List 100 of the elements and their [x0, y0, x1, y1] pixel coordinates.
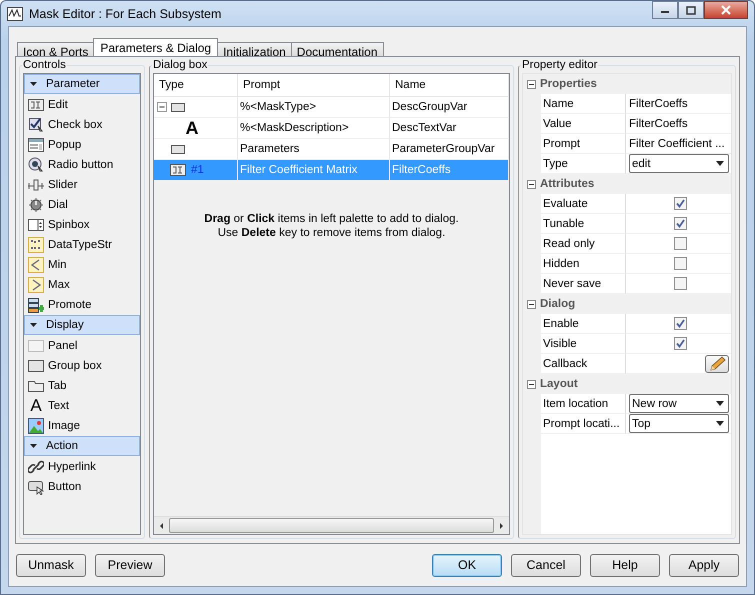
dialog-button[interactable]: Unmask — [16, 554, 86, 576]
checkbox[interactable] — [674, 217, 686, 230]
horizontal-scrollbar[interactable] — [154, 516, 509, 534]
palette-item[interactable]: Max — [48, 279, 70, 291]
dialog-button[interactable]: Cancel — [511, 554, 581, 576]
image-icon — [28, 418, 44, 434]
dial-icon — [28, 197, 44, 213]
property-value[interactable]: FilterCoeffs — [629, 118, 688, 130]
column-header[interactable]: Type — [154, 74, 238, 96]
property-value[interactable]: Filter Coefficient ... — [629, 138, 725, 150]
close-icon — [720, 5, 732, 15]
palette-item[interactable]: Image — [48, 420, 80, 432]
table-cell: Filter Coefficient Matrix — [238, 160, 390, 180]
table-cell: Parameters — [238, 139, 390, 159]
checkbox[interactable] — [674, 237, 686, 250]
palette-item[interactable]: Dial — [48, 199, 68, 211]
property-label: Name — [543, 98, 574, 110]
checkbox[interactable] — [674, 197, 686, 210]
palette-item[interactable]: DataTypeStr — [48, 239, 112, 251]
checkbox-icon — [28, 117, 44, 133]
dropdown[interactable]: Top — [629, 414, 729, 433]
property-label: Tunable — [543, 218, 584, 230]
dialog-button[interactable]: Help — [590, 554, 660, 576]
palette-item[interactable]: Hyperlink — [48, 461, 96, 473]
palette-item[interactable]: Promote — [48, 299, 92, 311]
palette-item[interactable]: Spinbox — [48, 219, 90, 231]
property-label: Prompt — [543, 138, 580, 150]
promote-icon — [28, 297, 44, 313]
panel-title: Controls — [22, 59, 67, 71]
palette-item[interactable]: Slider — [48, 179, 78, 191]
property-label: Value — [543, 118, 572, 130]
collapse-icon[interactable] — [527, 380, 536, 388]
property-value[interactable]: FilterCoeffs — [629, 98, 688, 110]
palette-item[interactable]: Radio button — [48, 159, 114, 171]
palette-item[interactable]: Check box — [48, 119, 102, 131]
category-header[interactable]: Display — [24, 315, 140, 335]
section-header: Dialog — [540, 298, 576, 310]
collapse-icon[interactable] — [527, 300, 536, 308]
column-header[interactable]: Name — [390, 74, 509, 96]
scroll-thumb[interactable] — [169, 518, 494, 533]
tree-row[interactable]: %<MaskType> DescGroupVar — [154, 97, 509, 118]
expander-icon[interactable] — [29, 80, 38, 88]
property-label: Evaluate — [543, 198, 588, 210]
collapse-icon[interactable] — [527, 80, 536, 88]
edit-field-icon — [28, 97, 44, 113]
dialog-button[interactable]: Preview — [95, 554, 165, 576]
palette-item[interactable]: Edit — [48, 99, 68, 111]
window-title: Mask Editor : For Each Subsystem — [29, 6, 222, 20]
dialog-button[interactable]: OK — [432, 554, 502, 576]
palette-item[interactable]: Group box — [48, 360, 102, 372]
checkbox[interactable] — [674, 277, 686, 290]
greater-than-icon — [28, 277, 44, 293]
close-button[interactable] — [704, 1, 748, 19]
checkbox[interactable] — [674, 317, 686, 330]
palette-item[interactable]: Panel — [48, 340, 78, 352]
palette-item[interactable]: Button — [48, 481, 82, 493]
palette-item[interactable]: Popup — [48, 139, 82, 151]
palette-item[interactable]: Min — [48, 259, 67, 271]
tab[interactable]: Icon & Ports — [17, 42, 94, 56]
minimize-button[interactable] — [652, 1, 678, 19]
hint-text: Drag or Click items in left palette to add to dialog. — [204, 213, 459, 225]
popup-list-icon — [28, 137, 44, 153]
checkbox[interactable] — [674, 337, 686, 350]
collapse-icon[interactable] — [527, 180, 536, 188]
property-label: Callback — [543, 358, 588, 370]
property-label: Visible — [543, 338, 577, 350]
type-label: #1 — [191, 164, 204, 176]
expander-icon[interactable] — [29, 442, 38, 450]
table-cell: %<MaskDescription> — [238, 118, 390, 138]
app-icon — [7, 6, 23, 22]
letter-icon: A — [28, 398, 44, 414]
table-cell: DescGroupVar — [390, 97, 509, 117]
palette-item[interactable]: Text — [48, 400, 70, 412]
dropdown[interactable]: edit — [629, 154, 729, 173]
tab[interactable]: Parameters & Dialog — [93, 38, 218, 56]
dropdown[interactable]: New row — [629, 394, 729, 413]
panel-icon — [28, 338, 44, 354]
maximize-button[interactable] — [678, 1, 704, 19]
folder-tab-icon — [28, 378, 44, 394]
palette-item[interactable]: Tab — [48, 380, 67, 392]
tree-row[interactable]: A %<MaskDescription> DescTextVar — [154, 118, 509, 139]
category-header[interactable]: Parameter — [24, 74, 140, 94]
property-label: Item location — [543, 398, 608, 410]
table-cell: FilterCoeffs — [390, 160, 509, 180]
property-label: Hidden — [543, 258, 580, 270]
expander-icon[interactable] — [29, 320, 38, 330]
dialog-button[interactable]: Apply — [669, 554, 739, 576]
checkbox[interactable] — [674, 257, 686, 270]
section-header: Attributes — [540, 178, 594, 190]
property-label: Enable — [543, 318, 579, 330]
tab[interactable]: Documentation — [290, 42, 384, 56]
column-header[interactable]: Prompt — [238, 74, 390, 96]
tab[interactable]: Initialization — [217, 42, 292, 56]
hint-text: Use Delete key to remove items from dialog. — [218, 227, 446, 239]
category-header[interactable]: Action — [24, 436, 140, 456]
edit-button[interactable] — [705, 354, 729, 372]
data-type-icon — [28, 237, 44, 253]
button-icon — [28, 479, 44, 495]
spinbox-icon — [28, 217, 44, 233]
panel-title: Property editor — [521, 59, 598, 71]
